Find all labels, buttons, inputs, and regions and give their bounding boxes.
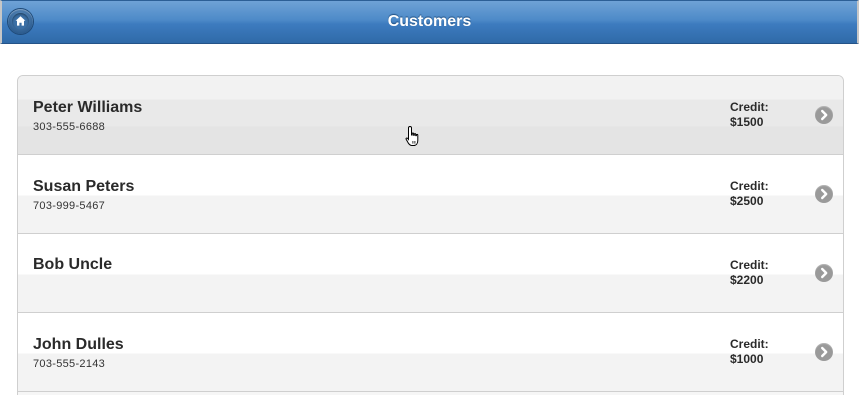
customer-list: Peter Williams 303-555-6688 Credit: $150…	[17, 75, 844, 395]
chevron-right-icon[interactable]	[815, 264, 833, 282]
header-bar: Customers	[0, 0, 859, 44]
credit-label: Credit:	[730, 179, 769, 193]
customer-name: John Dulles	[33, 336, 124, 353]
customer-credit: Credit: $1500	[730, 100, 769, 130]
customer-credit: Credit: $2500	[730, 179, 769, 209]
customer-credit: Credit: $2200	[730, 258, 769, 288]
customer-row[interactable]: John Dulles 703-555-2143 Credit: $1000	[18, 313, 843, 392]
app-frame: Customers Peter Williams 303-555-6688 Cr…	[0, 0, 859, 395]
customer-row[interactable]: Peter Williams 303-555-6688 Credit: $150…	[18, 76, 843, 155]
credit-value: $1000	[730, 352, 764, 366]
customer-phone: 703-999-5467	[33, 200, 106, 212]
credit-value: $2500	[730, 194, 764, 208]
customer-phone: 303-555-6688	[33, 121, 106, 133]
customer-credit: Credit: $1000	[730, 337, 769, 367]
chevron-right-icon[interactable]	[815, 106, 833, 124]
credit-label: Credit:	[730, 258, 769, 272]
credit-label: Credit:	[730, 100, 769, 114]
customer-phone: 703-555-2143	[33, 358, 106, 370]
chevron-right-icon[interactable]	[815, 185, 833, 203]
customer-row[interactable]: Susan Peters 703-999-5467 Credit: $2500	[18, 155, 843, 234]
credit-label: Credit:	[730, 337, 769, 351]
credit-value: $1500	[730, 115, 764, 129]
chevron-right-icon[interactable]	[815, 343, 833, 361]
page-title: Customers	[387, 13, 472, 30]
customer-name: Peter Williams	[33, 99, 143, 116]
customer-row[interactable]: Bob Uncle Credit: $2200	[18, 234, 843, 313]
customer-name: Bob Uncle	[33, 256, 113, 273]
customer-name: Susan Peters	[33, 178, 135, 195]
credit-value: $2200	[730, 273, 764, 287]
